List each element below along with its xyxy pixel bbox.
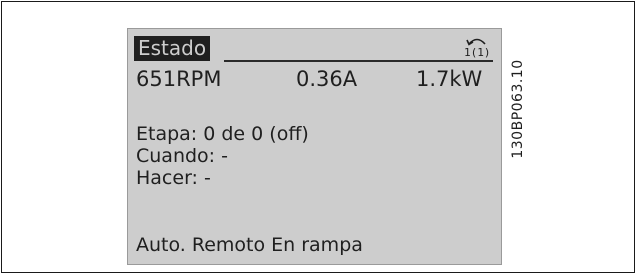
setup-indicator-icon: 1(1) bbox=[464, 34, 491, 60]
do-line: Hacer: - bbox=[136, 167, 211, 189]
stage-line: Etapa: 0 de 0 (off) bbox=[136, 123, 309, 145]
figure-frame: Estado 1(1) 651RPM 0.36A 1.7kW Etapa: 0 … bbox=[1, 1, 635, 273]
display-title: Estado bbox=[134, 36, 211, 61]
power-readout: 1.7kW bbox=[416, 67, 483, 91]
when-line: Cuando: - bbox=[136, 145, 228, 167]
current-readout: 0.36A bbox=[296, 67, 358, 91]
setup-indicator-label: 1(1) bbox=[464, 46, 491, 59]
title-underline bbox=[224, 60, 493, 62]
figure-code-text: 130BP063.10 bbox=[510, 59, 526, 159]
lcd-display: Estado 1(1) 651RPM 0.36A 1.7kW Etapa: 0 … bbox=[127, 28, 502, 265]
status-line: Auto. Remoto En rampa bbox=[136, 234, 363, 256]
figure-code: 130BP063.10 bbox=[508, 29, 528, 189]
speed-readout: 651RPM bbox=[136, 67, 222, 91]
